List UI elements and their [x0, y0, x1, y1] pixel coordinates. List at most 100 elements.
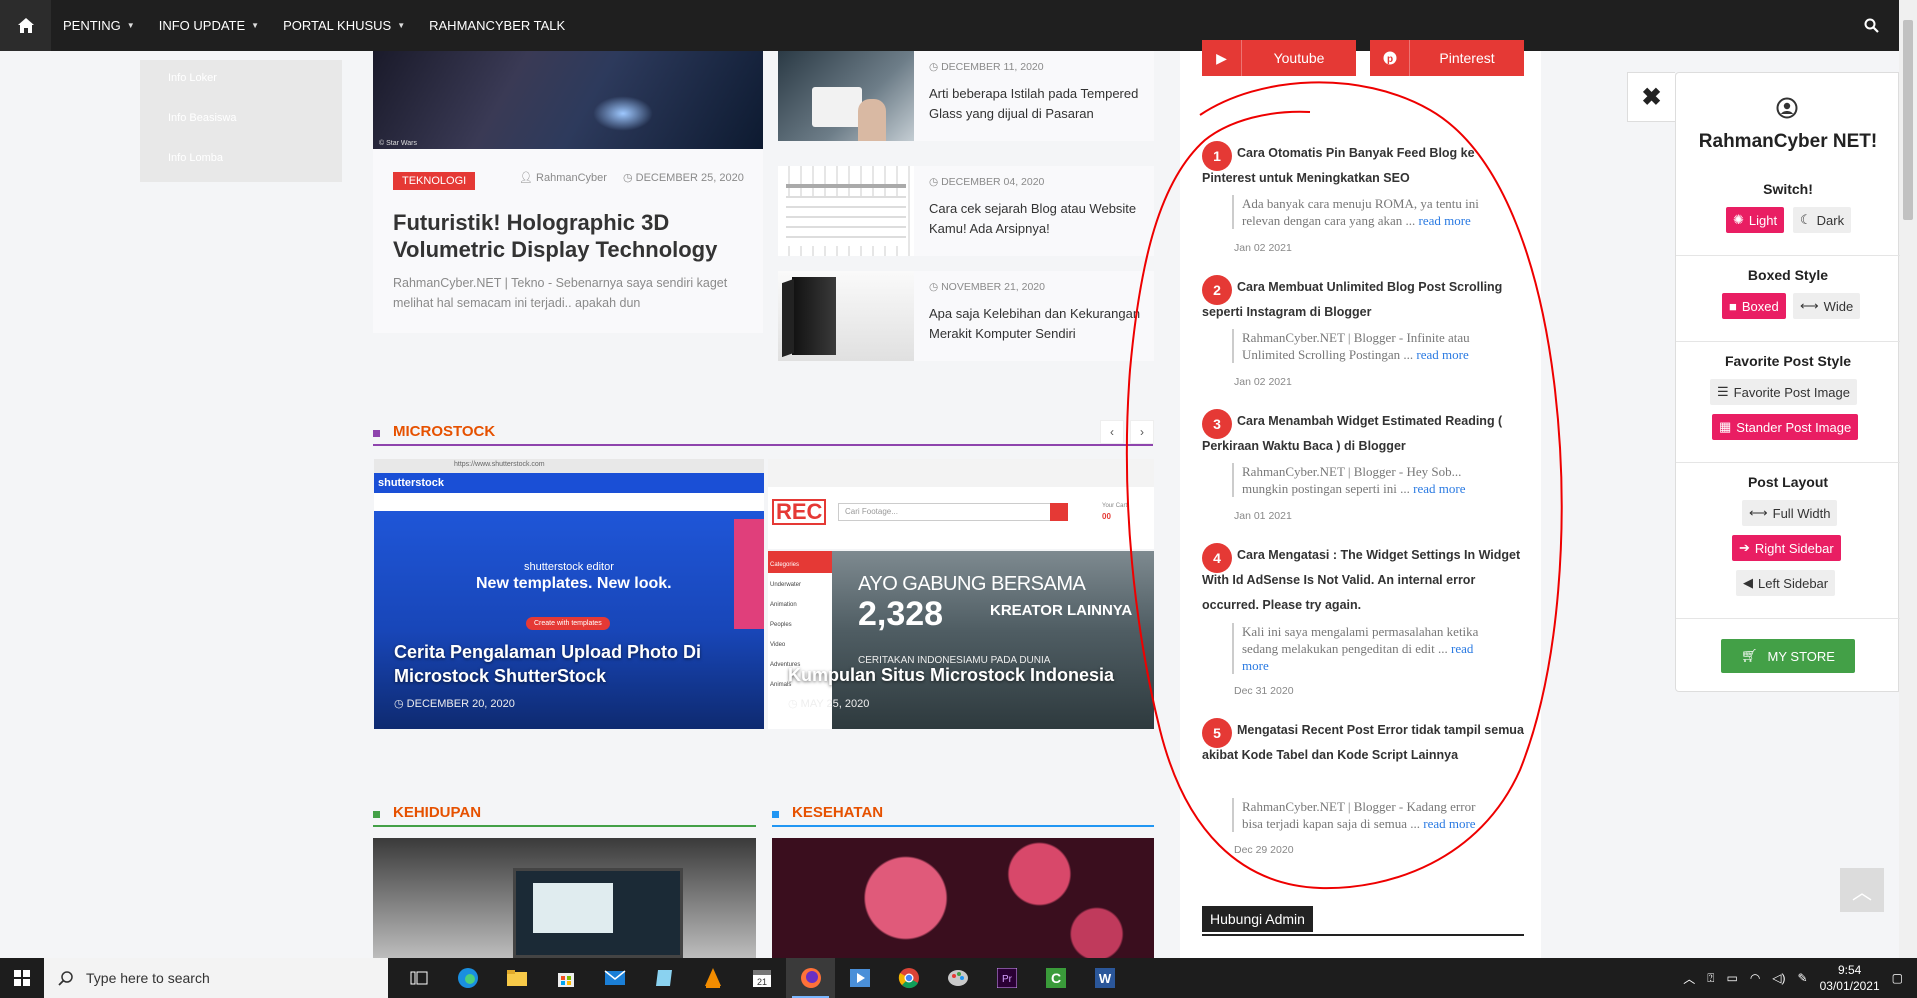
post-date: DECEMBER 11, 2020: [941, 61, 1044, 73]
read-more-link[interactable]: read more: [1419, 213, 1471, 228]
post-author[interactable]: RahmanCyber: [536, 172, 607, 184]
small-post-item[interactable]: ◷ NOVEMBER 21, 2020 Apa saja Kelebihan d…: [778, 271, 1154, 361]
favorite-post-image-button[interactable]: ☰ Favorite Post Image: [1710, 379, 1857, 405]
nav-rahmancyber-talk[interactable]: RAHMANCYBER TALK: [417, 0, 577, 51]
popular-post-title[interactable]: Cara Otomatis Pin Banyak Feed Blog ke Pi…: [1202, 141, 1524, 191]
taskbar-search-box[interactable]: Type here to search: [44, 958, 388, 998]
my-store-button[interactable]: 🛒︎ MY STORE: [1721, 639, 1855, 673]
section-header-kesehatan: KESEHATAN: [772, 803, 1154, 827]
search-button[interactable]: [1843, 0, 1899, 51]
nav-portal-khusus[interactable]: PORTAL KHUSUS ▼: [271, 0, 417, 51]
microstock-post-title[interactable]: Kumpulan Situs Microstock Indonesia: [788, 663, 1148, 687]
chrome-app[interactable]: [884, 958, 933, 998]
nav-info-update[interactable]: INFO UPDATE ▼: [147, 0, 271, 51]
help-icon[interactable]: ⍰: [1707, 971, 1714, 986]
dark-mode-button[interactable]: ☾ Dark: [1793, 207, 1852, 233]
svg-text:W: W: [1098, 971, 1111, 986]
popular-post-title[interactable]: Cara Menambah Widget Estimated Reading (…: [1202, 409, 1524, 459]
pinterest-button[interactable]: p Pinterest: [1370, 40, 1524, 76]
task-view-button[interactable]: [394, 958, 443, 998]
firefox-app[interactable]: [786, 958, 835, 998]
pen-icon[interactable]: ✎: [1798, 971, 1808, 985]
vlc-app[interactable]: [688, 958, 737, 998]
nav-penting[interactable]: PENTING ▼: [51, 0, 147, 51]
submenu-item-info-loker[interactable]: Info Loker: [168, 72, 342, 112]
wifi-icon[interactable]: ◠: [1750, 971, 1760, 985]
popular-post-excerpt: RahmanCyber.NET | Blogger - Kadang error…: [1232, 798, 1494, 832]
read-more-link[interactable]: read more: [1413, 481, 1465, 496]
list-icon: ☰: [1717, 384, 1729, 399]
start-button[interactable]: [0, 958, 44, 998]
next-slide-button[interactable]: ›: [1130, 420, 1154, 444]
close-icon: ✖: [1641, 83, 1662, 111]
kesehatan-post-image[interactable]: [772, 838, 1154, 958]
post-title[interactable]: Arti beberapa Istilah pada Tempered Glas…: [929, 84, 1144, 124]
file-explorer-app[interactable]: [492, 958, 541, 998]
left-sidebar-button[interactable]: ◀ Left Sidebar: [1736, 570, 1836, 596]
video-player-app[interactable]: [835, 958, 884, 998]
microstock-post-card[interactable]: https://www.shutterstock.com shutterstoc…: [374, 459, 764, 729]
moon-icon: ☾: [1800, 212, 1812, 227]
section-header-kehidupan: KEHIDUPAN: [373, 803, 756, 827]
back-to-top-button[interactable]: ︿: [1840, 868, 1884, 912]
microstock-post-title[interactable]: Cerita Pengalaman Upload Photo Di Micros…: [394, 640, 744, 688]
featured-post-title[interactable]: Futuristik! Holographic 3D Volumetric Di…: [393, 209, 743, 263]
store-app[interactable]: [541, 958, 590, 998]
edge-app[interactable]: [443, 958, 492, 998]
microstock-post-card[interactable]: REC Cari Footage... Your Cart 00 Categor…: [768, 459, 1154, 729]
popular-post-excerpt: Ada banyak cara menuju ROMA, ya tentu in…: [1232, 195, 1494, 229]
youtube-button[interactable]: ▶ Youtube: [1202, 40, 1356, 76]
taskbar-clock[interactable]: 9:54 03/01/2021: [1820, 962, 1880, 994]
category-badge[interactable]: TEKNOLOGI: [393, 172, 476, 190]
post-thumbnail[interactable]: [778, 166, 914, 256]
close-panel-button[interactable]: ✖: [1627, 72, 1675, 122]
word-app[interactable]: W: [1080, 958, 1129, 998]
kehidupan-post-image[interactable]: [373, 838, 756, 958]
right-sidebar-button[interactable]: ➔ Right Sidebar: [1732, 535, 1841, 561]
popular-post-title[interactable]: Cara Membuat Unlimited Blog Post Scrolli…: [1202, 275, 1524, 325]
notification-icon[interactable]: ▢: [1892, 971, 1903, 985]
post-title[interactable]: Cara cek sejarah Blog atau Website Kamu!…: [929, 199, 1144, 239]
mail-app[interactable]: [590, 958, 639, 998]
full-width-button[interactable]: ⟷ Full Width: [1742, 500, 1838, 526]
battery-icon[interactable]: ▭: [1726, 971, 1737, 985]
read-more-link[interactable]: read more: [1416, 347, 1468, 362]
post-thumbnail[interactable]: [778, 271, 914, 361]
post-thumbnail[interactable]: [778, 51, 914, 141]
word-icon: W: [1094, 968, 1115, 988]
calendar-app[interactable]: 21: [737, 958, 786, 998]
chevron-up-icon[interactable]: ︿: [1683, 970, 1695, 987]
scrollbar-thumb[interactable]: [1903, 20, 1913, 220]
system-tray: ︿ ⍰ ▭ ◠ ◁) ✎ 9:54 03/01/2021 ▢: [1683, 958, 1903, 998]
home-button[interactable]: [0, 0, 51, 51]
popular-post-title[interactable]: Cara Mengatasi : The Widget Settings In …: [1202, 543, 1524, 618]
post-date: NOVEMBER 21, 2020: [941, 281, 1045, 293]
boxed-style-button[interactable]: ■ Boxed: [1722, 293, 1786, 319]
featured-post-image[interactable]: © Star Wars: [373, 51, 763, 149]
popular-post-title[interactable]: Mengatasi Recent Post Error tidak tampil…: [1202, 718, 1524, 768]
youtube-icon: ▶: [1202, 40, 1242, 76]
wide-style-button[interactable]: ⟷ Wide: [1793, 293, 1861, 319]
notes-app[interactable]: [639, 958, 688, 998]
camtasia-app[interactable]: C: [1031, 958, 1080, 998]
paint-icon: [947, 970, 968, 986]
prev-slide-button[interactable]: ‹: [1100, 420, 1124, 444]
stander-post-image-button[interactable]: ▦ Stander Post Image: [1712, 414, 1859, 440]
arrows-horizontal-icon: ⟷: [1800, 298, 1819, 313]
arrow-circle-left-icon: ◀: [1743, 575, 1753, 590]
panel-title: RahmanCyber NET!: [1698, 131, 1878, 152]
clock-icon: ◷: [394, 698, 404, 710]
paint-app[interactable]: [933, 958, 982, 998]
small-post-item[interactable]: ◷ DECEMBER 04, 2020 Cara cek sejarah Blo…: [778, 166, 1154, 256]
light-mode-button[interactable]: ✺ Light: [1726, 207, 1785, 233]
read-more-link[interactable]: read more: [1423, 816, 1475, 831]
submenu-item-info-lomba[interactable]: Info Lomba: [168, 152, 342, 192]
chevron-left-icon: ‹: [1110, 425, 1114, 439]
premiere-app[interactable]: Pr: [982, 958, 1031, 998]
small-post-item[interactable]: ◷ DECEMBER 11, 2020 Arti beberapa Istila…: [778, 51, 1154, 141]
volume-icon[interactable]: ◁): [1772, 971, 1785, 985]
post-title[interactable]: Apa saja Kelebihan dan Kekurangan Meraki…: [929, 304, 1144, 344]
popular-post-excerpt: RahmanCyber.NET | Blogger - Hey Sob... m…: [1232, 463, 1494, 497]
submenu-item-info-beasiswa[interactable]: Info Beasiswa: [168, 112, 342, 152]
page-scrollbar[interactable]: [1899, 0, 1917, 958]
